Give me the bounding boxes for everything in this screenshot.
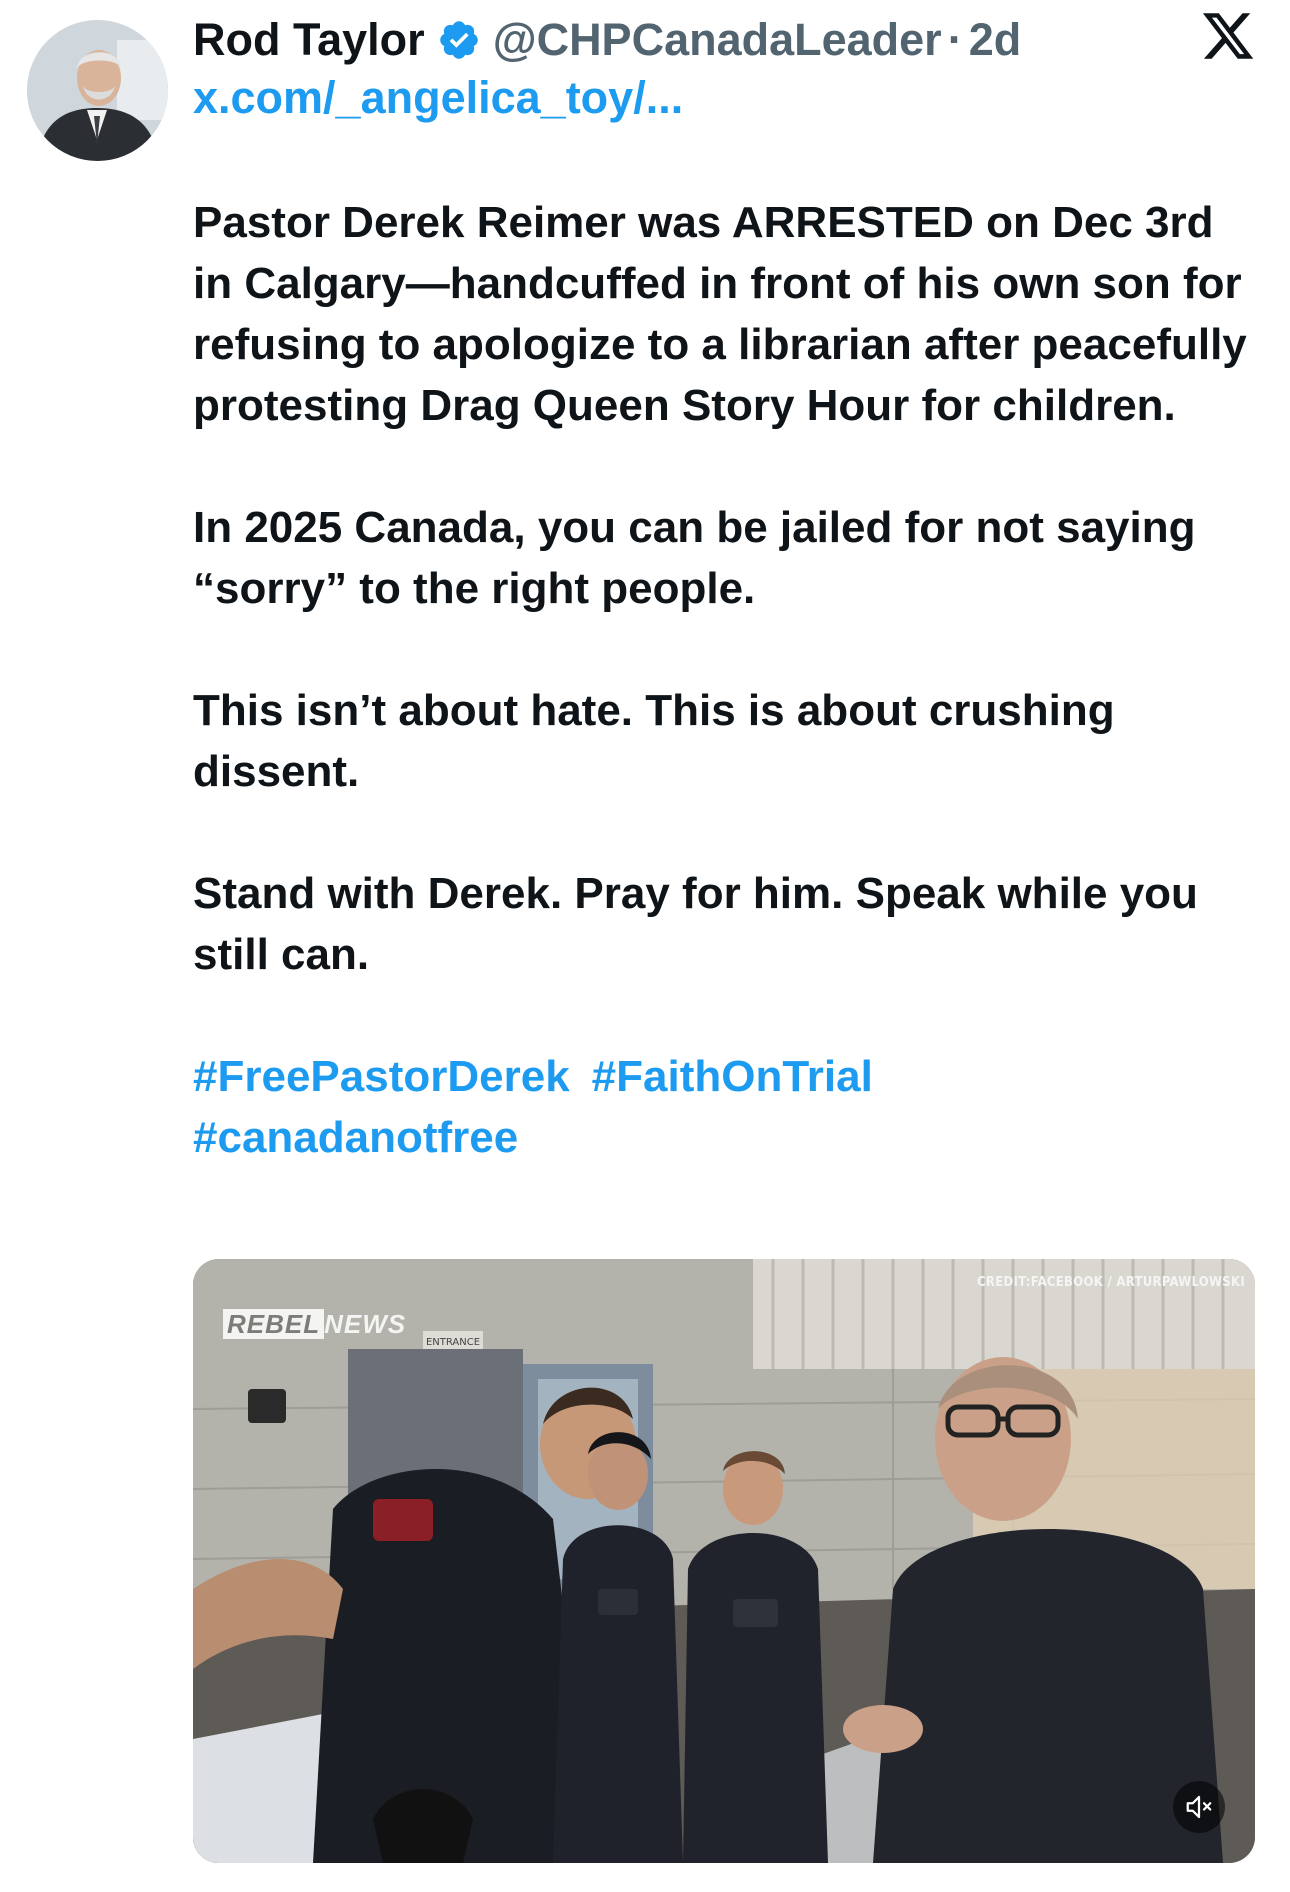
separator-dot: · xyxy=(947,14,963,65)
entrance-sign: ENTRANCE xyxy=(426,1337,480,1348)
video-player[interactable]: ENTRANCE CREDIT:FACEBOOK / ARTURPAWLOWSK… xyxy=(193,1259,1255,1863)
hashtag-list: #FreePastorDerek #FaithOnTrial #canadanot… xyxy=(193,1046,1263,1168)
verified-badge-icon xyxy=(439,21,478,59)
tweet-paragraph: This isn’t about hate. This is about cru… xyxy=(193,686,1115,796)
tweet-text: Pastor Derek Reimer was ARRESTED on Dec … xyxy=(193,192,1263,1168)
author-handle[interactable]: @CHPCanadaLeader xyxy=(493,14,942,66)
watermark-part: NEWS xyxy=(324,1309,407,1339)
watermark-part: REBEL xyxy=(223,1309,325,1339)
mute-button[interactable] xyxy=(1173,1781,1225,1833)
post-timestamp[interactable]: 2d xyxy=(969,14,1022,66)
hashtag-link[interactable]: #FaithOnTrial xyxy=(592,1052,873,1101)
rebel-news-watermark: REBEL NEWS xyxy=(223,1309,406,1340)
tweet-header: Rod Taylor @CHPCanadaLeader · 2d xyxy=(193,10,1021,70)
avatar-photo xyxy=(27,20,168,161)
media-credit: CREDIT:FACEBOOK / ARTURPAWLOWSKI xyxy=(977,1275,1245,1290)
x-logo-icon xyxy=(1202,13,1254,59)
author-display-name[interactable]: Rod Taylor xyxy=(193,14,425,66)
tweet-paragraph: Pastor Derek Reimer was ARRESTED on Dec … xyxy=(193,198,1247,430)
author-avatar[interactable] xyxy=(27,20,168,161)
quoted-link[interactable]: x.com/_angelica_toy/... xyxy=(193,72,683,124)
hashtag-link[interactable]: #FreePastorDerek xyxy=(193,1052,570,1101)
hashtag-link[interactable]: #canadanotfree xyxy=(193,1113,518,1162)
speaker-muted-icon xyxy=(1186,1795,1212,1819)
tweet-paragraph: In 2025 Canada, you can be jailed for no… xyxy=(193,503,1196,613)
video-frame: ENTRANCE xyxy=(193,1259,1255,1863)
tweet-paragraph: Stand with Derek. Pray for him. Speak wh… xyxy=(193,869,1198,979)
